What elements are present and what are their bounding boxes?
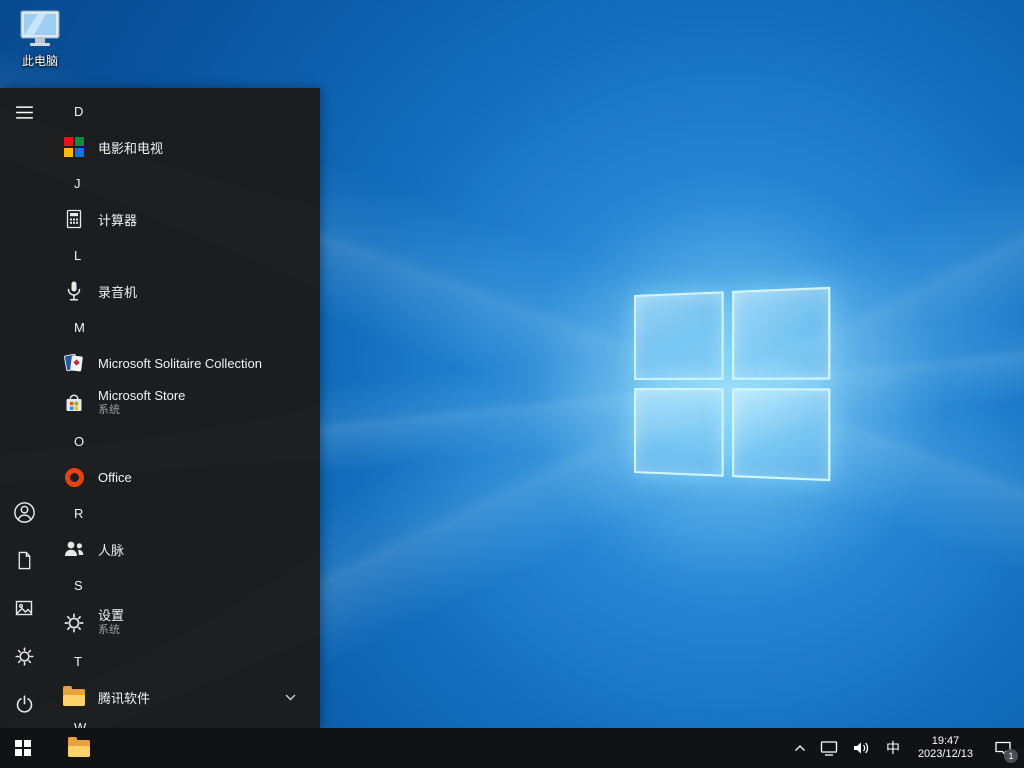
section-letter-l[interactable]: L bbox=[48, 238, 320, 272]
app-item-label: 腾讯软件 bbox=[98, 690, 151, 706]
calculator-icon bbox=[62, 207, 86, 231]
volume-tray-button[interactable] bbox=[845, 728, 877, 768]
computer-icon bbox=[20, 10, 60, 46]
network-tray-button[interactable] bbox=[813, 728, 845, 768]
app-item-label: Microsoft Store bbox=[98, 388, 186, 403]
documents-button[interactable] bbox=[0, 536, 48, 584]
app-item-voice-recorder[interactable]: 录音机 bbox=[48, 272, 320, 310]
app-item-people[interactable]: 人脉 bbox=[48, 530, 320, 568]
settings-gear-icon bbox=[14, 646, 34, 666]
settings-gear-icon bbox=[62, 611, 86, 635]
power-icon bbox=[16, 694, 32, 713]
solitaire-cards-icon bbox=[62, 351, 86, 375]
logo-pane bbox=[732, 286, 831, 380]
section-letter-r[interactable]: R bbox=[48, 496, 320, 530]
people-icon bbox=[62, 537, 86, 561]
system-tray: 中 19:47 2023/12/13 1 bbox=[787, 728, 1024, 768]
pictures-icon bbox=[15, 600, 33, 616]
clock-date: 2023/12/13 bbox=[917, 748, 973, 760]
app-item-solitaire[interactable]: Microsoft Solitaire Collection bbox=[48, 344, 320, 382]
documents-icon bbox=[18, 551, 30, 569]
app-item-calculator[interactable]: 计算器 bbox=[48, 200, 320, 238]
network-icon bbox=[820, 740, 838, 756]
section-letter-m[interactable]: M bbox=[48, 310, 320, 344]
logo-pane bbox=[732, 388, 831, 482]
clock-time: 19:47 bbox=[931, 735, 960, 747]
file-explorer-icon bbox=[68, 736, 90, 757]
start-button[interactable] bbox=[0, 728, 46, 768]
store-bag-icon bbox=[62, 391, 86, 415]
section-letter-s[interactable]: S bbox=[48, 568, 320, 602]
logo-pane bbox=[634, 388, 724, 477]
office-ring-icon bbox=[62, 465, 86, 489]
pictures-button[interactable] bbox=[0, 584, 48, 632]
app-item-microsoft-store[interactable]: Microsoft Store 系统 bbox=[48, 382, 320, 424]
ime-indicator[interactable]: 中 bbox=[877, 728, 909, 768]
file-explorer-button[interactable] bbox=[56, 728, 102, 768]
start-menu: D 电影和电视 J 计算器 L 录音机 M Microsoft Solitair… bbox=[0, 88, 320, 728]
taskbar: 中 19:47 2023/12/13 1 bbox=[0, 728, 1024, 768]
start-menu-rail bbox=[0, 88, 48, 728]
windows-wallpaper-logo bbox=[634, 286, 831, 482]
volume-icon bbox=[853, 742, 869, 754]
section-letter-t[interactable]: T bbox=[48, 644, 320, 678]
app-item-label: Microsoft Solitaire Collection bbox=[98, 355, 263, 371]
windows-logo-icon bbox=[15, 740, 31, 756]
user-account-button[interactable] bbox=[0, 488, 48, 536]
logo-pane bbox=[634, 291, 724, 380]
chevron-down-icon bbox=[285, 694, 296, 701]
app-item-label: 录音机 bbox=[98, 284, 138, 300]
desktop-icon-label: 此电脑 bbox=[21, 54, 58, 68]
app-item-label: Office bbox=[98, 469, 132, 485]
app-item-label: 设置 bbox=[98, 608, 125, 623]
app-group-tencent-folder[interactable]: 腾讯软件 bbox=[48, 678, 320, 716]
screen: 此电脑 D 电影和电视 J 计算器 L 录音机 M Microsoft Soli… bbox=[0, 0, 1024, 768]
app-item-subtitle: 系统 bbox=[98, 404, 120, 416]
section-letter-j[interactable]: J bbox=[48, 166, 320, 200]
app-item-office[interactable]: Office bbox=[48, 458, 320, 496]
notification-badge: 1 bbox=[1004, 749, 1018, 763]
power-button[interactable] bbox=[0, 680, 48, 728]
expand-menu-button[interactable] bbox=[0, 88, 48, 136]
app-item-subtitle: 系统 bbox=[98, 624, 120, 636]
section-letter-w[interactable]: W bbox=[48, 716, 320, 728]
show-hidden-icons-button[interactable] bbox=[787, 728, 813, 768]
voice-recorder-icon bbox=[62, 279, 86, 303]
folder-icon bbox=[62, 685, 86, 709]
desktop-icon-this-pc[interactable]: 此电脑 bbox=[8, 8, 72, 69]
settings-button[interactable] bbox=[0, 632, 48, 680]
user-avatar-icon bbox=[13, 501, 35, 523]
section-letter-d[interactable]: D bbox=[48, 94, 320, 128]
chevron-up-icon bbox=[794, 745, 805, 751]
section-letter-o[interactable]: O bbox=[48, 424, 320, 458]
app-item-settings[interactable]: 设置 系统 bbox=[48, 602, 320, 644]
rail-bottom-group bbox=[0, 488, 48, 728]
clock[interactable]: 19:47 2023/12/13 bbox=[909, 728, 982, 768]
movies-tv-icon bbox=[62, 135, 86, 159]
app-item-movies-tv[interactable]: 电影和电视 bbox=[48, 128, 320, 166]
hamburger-menu-icon bbox=[15, 105, 33, 119]
app-item-label: 电影和电视 bbox=[98, 140, 164, 156]
app-item-label: 人脉 bbox=[98, 542, 125, 558]
app-item-label: 计算器 bbox=[98, 212, 138, 228]
start-menu-app-list: D 电影和电视 J 计算器 L 录音机 M Microsoft Solitair… bbox=[48, 88, 320, 728]
action-center-button[interactable]: 1 bbox=[982, 728, 1024, 768]
